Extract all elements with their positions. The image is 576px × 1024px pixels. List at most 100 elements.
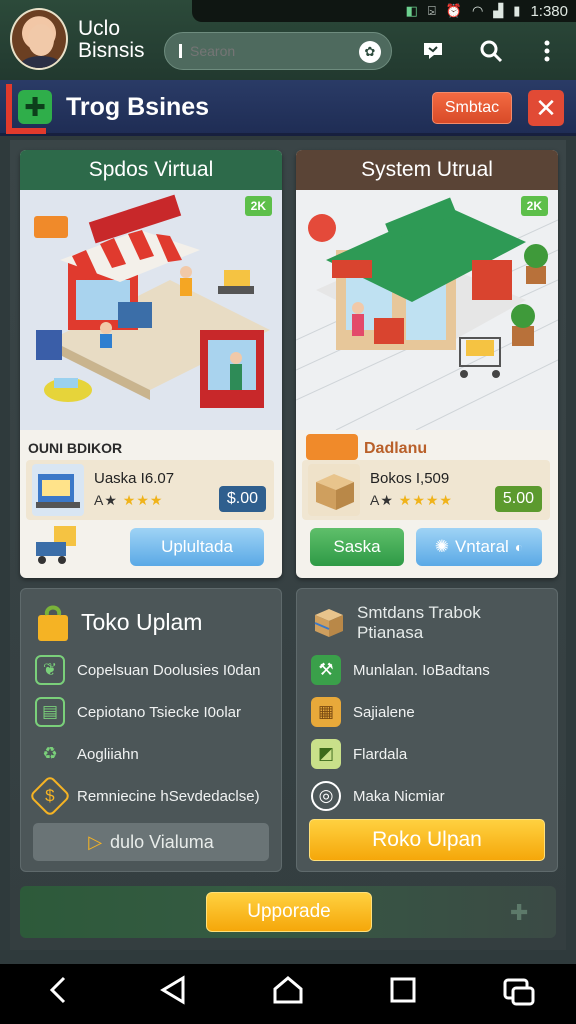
recycle-icon: ♻ <box>42 744 58 763</box>
search-cursor <box>179 44 182 58</box>
roko-ulpan-button[interactable]: Roko Ulpan <box>309 819 545 861</box>
avatar-face <box>28 24 54 56</box>
title-bar: ✚ Trog Bsines Smbtac ✕ <box>0 80 576 136</box>
plus-icon[interactable]: ✚ <box>510 900 528 926</box>
list-item-label: Copelsuan Doolusies I0dan <box>77 661 261 679</box>
toggle-icon: ◐ <box>514 539 524 555</box>
top-header: ◧ ⍄ ⏰ ◠ ▟ ▮ 1:380 Uclo Bisnsis ✿ <box>0 0 576 80</box>
card-2-header: System Utrual <box>296 150 558 190</box>
back-icon[interactable] <box>28 975 88 1013</box>
search-input[interactable] <box>190 43 340 59</box>
clover-icon: ✚ <box>18 90 52 124</box>
status-bar: ◧ ⍄ ⏰ ◠ ▟ ▮ 1:380 <box>192 0 576 22</box>
toko-list-title: Toko Uplam <box>81 609 203 635</box>
upgrade-button[interactable]: Upporade <box>206 892 372 932</box>
screenshot-icon[interactable] <box>488 974 548 1014</box>
card-1-header: Spdos Virtual <box>20 150 282 190</box>
sparkle-icon: ✺ <box>434 537 449 556</box>
signal-icon: ▟ <box>493 3 504 18</box>
status-time: 1:380 <box>530 2 568 20</box>
card-1-stars: ★★★ <box>122 492 164 508</box>
card-1-price: $.00 <box>218 486 266 512</box>
shop-scene-1 <box>34 194 270 408</box>
page-title: Trog Bsines <box>66 93 210 121</box>
store-card-2[interactable]: System Utrual 2K Dadlanu Bokos I,509 A★ … <box>296 150 558 578</box>
brand-line2: Bisnsis <box>78 39 145 62</box>
card-2-subtitle: Dadlanu <box>364 440 428 457</box>
card-1-rating-letter: A★ <box>94 492 118 508</box>
shop-scene-2 <box>296 197 558 430</box>
package-icon: ▦ <box>311 697 341 727</box>
avatar[interactable] <box>10 8 68 70</box>
system-list-panel: Smtdans Trabok Ptianasa ⚒ Munlalan. IoBa… <box>296 588 558 872</box>
submit-button[interactable]: Smbtac <box>432 92 512 124</box>
list-item[interactable]: ▦ Sajialene <box>311 697 551 727</box>
avatar-shirt <box>20 56 62 68</box>
alarm-icon: ⏰ <box>445 3 462 18</box>
list-item-label: Cepiotano Tsiecke I0olar <box>77 703 241 721</box>
saska-button[interactable]: Saska <box>310 528 404 566</box>
card-2-stars: ★★★★ <box>398 492 453 508</box>
toko-list-button[interactable]: ▷ dulo Vialuma <box>33 823 269 861</box>
list-item-label: Munlalan. IoBadtans <box>353 661 490 679</box>
card-2-item-rating: A★ ★★★★ <box>370 492 453 509</box>
toko-list-header: Toko Uplam <box>35 601 275 645</box>
virtual-button-label: Vntaral <box>454 537 509 556</box>
list-item-label: Flardala <box>353 745 408 763</box>
list-item[interactable]: ❦ Copelsuan Doolusies I0dan <box>35 655 275 685</box>
list-item-label: Sajialene <box>353 703 415 721</box>
app-icon: ◧ <box>405 3 418 18</box>
kiosk-thumbnail <box>32 464 84 516</box>
list-item-label: Maka Nicmiar <box>353 787 445 805</box>
recents-icon[interactable] <box>373 976 433 1012</box>
list-item[interactable]: ♻ Aogliiahn <box>35 739 275 769</box>
home-icon[interactable] <box>258 975 318 1013</box>
note-icon: ◩ <box>311 739 341 769</box>
crate-icon <box>311 603 347 643</box>
list-item[interactable]: ⚒ Munlalan. IoBadtans <box>311 655 551 685</box>
triangle-back-icon[interactable] <box>143 975 203 1013</box>
list-item[interactable]: $ Remniecine hSevdedaclse) <box>28 774 275 818</box>
chat-icon[interactable] <box>420 38 446 64</box>
close-button[interactable]: ✕ <box>528 90 564 126</box>
card-2-item-name: Bokos I,509 <box>370 470 450 487</box>
system-list-title: Smtdans Trabok Ptianasa <box>357 603 481 642</box>
system-list-header: Smtdans Trabok Ptianasa <box>311 601 551 645</box>
update-button[interactable]: Uplultada <box>130 528 264 566</box>
card-2-price: 5.00 <box>494 486 542 512</box>
card-2-item-row[interactable]: Bokos I,509 A★ ★★★★ 5.00 <box>302 460 550 520</box>
store-card-1[interactable]: Spdos Virtual 2K OUNI BDIKOR Uaska I6.07… <box>20 150 282 578</box>
sale-tag-icon <box>306 434 358 460</box>
title-accent-bottom <box>6 128 46 134</box>
card-1-item-row[interactable]: Uaska I6.07 A★ ★★★ $.00 <box>26 460 274 520</box>
list-item[interactable]: ▤ Cepiotano Tsiecke I0olar <box>35 697 275 727</box>
share-icon: ⍄ <box>427 3 436 18</box>
virtual-button[interactable]: ✺ Vntaral ◐ <box>416 528 542 566</box>
battery-icon: ▮ <box>513 3 521 18</box>
list-item-label: Aogliiahn <box>77 745 139 763</box>
search-icon[interactable] <box>478 38 504 64</box>
list-item[interactable]: ◎ Maka Nicmiar <box>311 781 551 811</box>
coin-icon: $ <box>28 774 72 818</box>
toko-list-panel: Toko Uplam ❦ Copelsuan Doolusies I0dan ▤… <box>20 588 282 872</box>
search-box[interactable]: ✿ <box>164 32 392 70</box>
list-item[interactable]: ◩ Flardala <box>311 739 551 769</box>
system-nav-bar <box>0 964 576 1024</box>
leaf-icon: ❦ <box>35 655 65 685</box>
ledger-icon: ▤ <box>35 697 65 727</box>
cart-thumbnail <box>28 522 88 566</box>
card-1-item-name: Uaska I6.07 <box>94 470 175 487</box>
more-icon[interactable] <box>534 38 560 64</box>
card-1-badge: 2K <box>244 196 272 216</box>
card-2-rating-letter: A★ <box>370 492 394 508</box>
box-thumbnail <box>308 464 360 516</box>
card-2-badge: 2K <box>520 196 548 216</box>
mic-icon[interactable]: ✿ <box>359 41 381 63</box>
shopping-bag-icon <box>35 603 71 643</box>
brand-line1: Uclo <box>78 17 121 40</box>
hammer-icon: ⚒ <box>311 655 341 685</box>
toko-list-button-label: dulo Vialuma <box>110 831 214 852</box>
wifi-icon: ◠ <box>471 3 484 18</box>
play-icon: ▷ <box>88 831 103 852</box>
card-1-item-rating: A★ ★★★ <box>94 492 163 509</box>
